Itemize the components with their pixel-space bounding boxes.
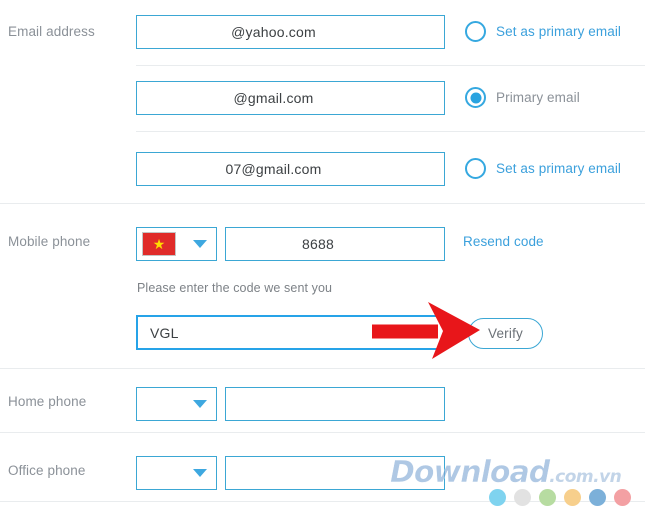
section-separator-home-office — [0, 432, 645, 433]
watermark-dot-4 — [564, 489, 581, 506]
verification-code-hint: Please enter the code we sent you — [137, 281, 333, 295]
email-radio-label-3[interactable]: Set as primary email — [496, 161, 621, 176]
email-input-3-value: 07@gmail.com — [225, 161, 322, 177]
email-address-label: Email address — [8, 24, 95, 39]
email-input-1-value: @yahoo.com — [231, 24, 316, 40]
email-primary-radio-row-3[interactable]: Set as primary email — [465, 158, 621, 179]
chevron-down-icon — [193, 240, 207, 248]
radio-unchecked-icon[interactable] — [465, 158, 486, 179]
email-radio-label-1[interactable]: Set as primary email — [496, 24, 621, 39]
mobile-phone-label: Mobile phone — [8, 234, 91, 249]
email-primary-radio-row-2[interactable]: Primary email — [465, 87, 580, 108]
email-input-2-value: @gmail.com — [233, 90, 314, 106]
chevron-down-icon — [193, 400, 207, 408]
flag-star-glyph: ★ — [152, 236, 166, 252]
watermark-dot-2 — [514, 489, 531, 506]
office-phone-label: Office phone — [8, 463, 86, 478]
radio-checked-icon[interactable] — [465, 87, 486, 108]
home-country-select[interactable] — [136, 387, 217, 421]
watermark-tld-text: .com.vn — [549, 467, 622, 487]
email-input-3[interactable]: 07@gmail.com — [136, 152, 445, 186]
vietnam-flag-icon: ★ — [143, 233, 175, 255]
watermark-dot-1 — [489, 489, 506, 506]
office-country-select[interactable] — [136, 456, 217, 490]
home-phone-label: Home phone — [8, 394, 87, 409]
mobile-number-value: 8688 — [302, 236, 334, 252]
verification-code-input[interactable]: VGL — [136, 315, 445, 350]
watermark-dot-5 — [589, 489, 606, 506]
home-number-input[interactable] — [225, 387, 445, 421]
section-separator-email-mobile — [0, 203, 645, 204]
radio-unchecked-icon[interactable] — [465, 21, 486, 42]
email-input-2[interactable]: @gmail.com — [136, 81, 445, 115]
watermark-dots — [489, 489, 631, 506]
download-com-vn-watermark: Download .com.vn — [390, 455, 622, 490]
contact-settings-form: Email address @yahoo.com Set as primary … — [0, 0, 645, 520]
verify-button[interactable]: Verify — [468, 318, 543, 349]
email-separator-2 — [136, 131, 645, 132]
email-radio-label-2: Primary email — [496, 90, 580, 105]
watermark-main-text: Download — [390, 455, 551, 490]
watermark-dot-3 — [539, 489, 556, 506]
mobile-country-select[interactable]: ★ — [136, 227, 217, 261]
verification-code-value: VGL — [150, 324, 179, 341]
resend-code-link[interactable]: Resend code — [463, 234, 544, 249]
email-primary-radio-row-1[interactable]: Set as primary email — [465, 21, 621, 42]
section-separator-mobile-home — [0, 368, 645, 369]
chevron-down-icon — [193, 469, 207, 477]
watermark-dot-6 — [614, 489, 631, 506]
email-separator-1 — [136, 65, 645, 66]
email-input-1[interactable]: @yahoo.com — [136, 15, 445, 49]
mobile-number-input[interactable]: 8688 — [225, 227, 445, 261]
